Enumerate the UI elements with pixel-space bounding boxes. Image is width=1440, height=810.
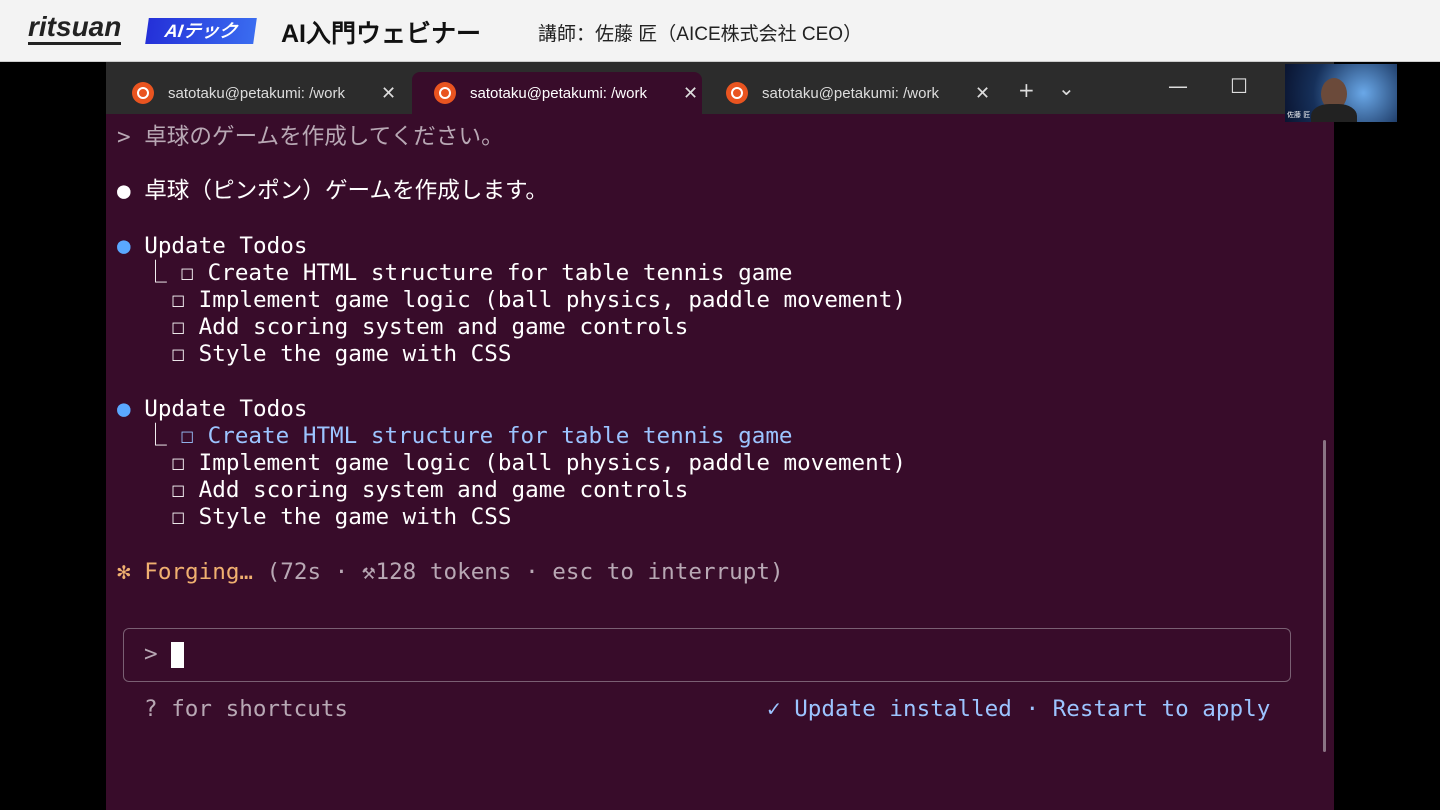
tab-bar: satotaku@petakumi: /work ✕ satotaku@petak…: [106, 62, 1334, 114]
terminal-window: satotaku@petakumi: /work ✕ satotaku@petak…: [106, 62, 1334, 810]
webcam-name: 佐藤 匠: [1287, 111, 1311, 119]
close-tab-icon[interactable]: ✕: [381, 83, 396, 104]
tab-2[interactable]: satotaku@petakumi: /work ✕: [412, 72, 702, 114]
ritsuan-logo: ritsuan: [28, 12, 122, 45]
ai-tech-badge: AIテック: [145, 18, 257, 44]
todo-item: Style the game with CSS: [198, 341, 512, 367]
close-tab-icon[interactable]: ✕: [975, 83, 990, 104]
status-line: ✻ Forging… (72s · ⚒128 tokens · esc to i…: [117, 559, 784, 586]
ubuntu-icon: [726, 82, 748, 104]
tab-label: satotaku@petakumi: /work: [762, 84, 939, 102]
webcam-overlay: 佐藤 匠: [1285, 64, 1397, 122]
todo-block-2: ● Update Todos ⎿ ☐ Create HTML structure…: [117, 396, 906, 530]
todo-item-active: Create HTML structure for table tennis g…: [207, 423, 793, 449]
todo-item: Add scoring system and game controls: [198, 314, 689, 340]
tab-dropdown-button[interactable]: ⌄: [1058, 76, 1075, 100]
tab-label: satotaku@petakumi: /work: [470, 84, 647, 102]
todo-item: Implement game logic (ball physics, padd…: [198, 287, 906, 313]
ubuntu-icon: [434, 82, 456, 104]
update-notice: ✓ Update installed · Restart to apply: [767, 696, 1271, 722]
webinar-banner: ritsuan AIテック AI入門ウェビナー 講師：佐藤 匠（AICE株式会社…: [0, 0, 1440, 62]
close-tab-icon[interactable]: ✕: [683, 83, 698, 104]
tab-1[interactable]: satotaku@petakumi: /work ✕: [110, 72, 400, 114]
bullet-icon: ●: [117, 233, 131, 259]
maximize-button[interactable]: ☐: [1230, 74, 1248, 98]
status-detail: (72s · ⚒128 tokens · esc to interrupt): [266, 559, 784, 585]
bullet-icon: ●: [117, 396, 131, 422]
ubuntu-icon: [132, 82, 154, 104]
todo-title: Update Todos: [144, 396, 308, 422]
reply-text: 卓球（ピンポン）ゲームを作成します。: [144, 178, 548, 204]
spinner-icon: ✻: [117, 559, 131, 585]
assistant-reply: ● 卓球（ピンポン）ゲームを作成します。: [117, 178, 548, 205]
minimize-button[interactable]: —: [1168, 74, 1188, 98]
tab-label: satotaku@petakumi: /work: [168, 84, 345, 102]
user-prompt-line: > 卓球のゲームを作成してください。: [117, 124, 504, 150]
todo-block-1: ● Update Todos ⎿ ☐ Create HTML structure…: [117, 233, 906, 367]
speaker-info: 講師：佐藤 匠（AICE株式会社 CEO）: [538, 24, 863, 45]
new-tab-button[interactable]: +: [1018, 78, 1035, 102]
input-prompt-symbol: >: [144, 641, 185, 668]
bullet-icon: ●: [117, 178, 131, 204]
presenter-body: [1311, 104, 1357, 122]
todo-item: Add scoring system and game controls: [198, 477, 689, 503]
status-word: Forging…: [144, 559, 254, 585]
prompt-input[interactable]: >: [123, 628, 1291, 682]
shortcuts-hint: ? for shortcuts: [144, 696, 349, 722]
tab-3[interactable]: satotaku@petakumi: /work ✕: [704, 72, 994, 114]
todo-item: Style the game with CSS: [198, 504, 512, 530]
scrollbar[interactable]: [1323, 440, 1326, 752]
text-cursor: [171, 641, 185, 668]
todo-item: Implement game logic (ball physics, padd…: [198, 450, 906, 476]
webinar-title: AI入門ウェビナー: [281, 20, 482, 48]
todo-item: Create HTML structure for table tennis g…: [207, 260, 793, 286]
todo-title: Update Todos: [144, 233, 308, 259]
